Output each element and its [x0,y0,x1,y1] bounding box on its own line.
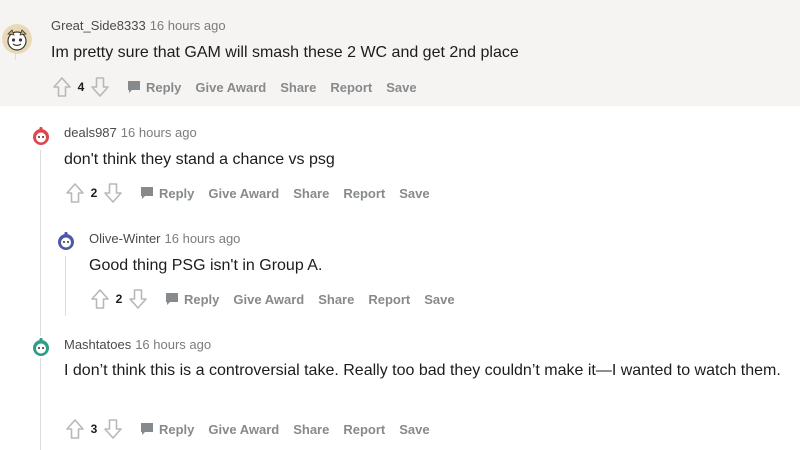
comment-actions: 2 Reply Give Award Share Report Save [89,287,455,311]
give-award-button[interactable]: Give Award [233,292,304,307]
report-button[interactable]: Report [368,292,410,307]
timestamp[interactable]: 16 hours ago [121,125,197,140]
comment-meta: Olive-Winter 16 hours ago [89,231,240,246]
share-button[interactable]: Share [280,80,316,95]
save-button[interactable]: Save [399,422,429,437]
downvote-button[interactable] [127,287,149,311]
username[interactable]: Mashtatoes [64,337,131,352]
chat-bubble-icon [166,293,178,305]
comment-meta: Mashtatoes 16 hours ago [64,337,211,352]
timestamp[interactable]: 16 hours ago [150,18,226,33]
comment-meta: Great_Side8333 16 hours ago [51,18,226,33]
give-award-button[interactable]: Give Award [208,186,279,201]
save-button[interactable]: Save [399,186,429,201]
reply-button[interactable]: Reply [140,186,194,201]
chat-bubble-icon [141,423,153,435]
reply-label: Reply [159,185,195,201]
reply-button[interactable]: Reply [140,422,194,437]
comment-actions: 3 Reply Give Award Share Report Save [64,417,430,441]
reply-button[interactable]: Reply [165,292,219,307]
share-button[interactable]: Share [318,292,354,307]
comment-body: don't think they stand a chance vs psg [64,151,335,168]
vote-score: 2 [115,292,123,306]
snoo-avatar-icon[interactable] [30,125,52,147]
snoo-avatar-icon[interactable] [2,24,32,54]
downvote-button[interactable] [102,181,124,205]
reply-label: Reply [184,291,220,307]
chat-bubble-icon [128,81,140,93]
upvote-button[interactable] [51,75,73,99]
comment-meta: deals987 16 hours ago [64,125,197,140]
share-button[interactable]: Share [293,186,329,201]
give-award-button[interactable]: Give Award [208,422,279,437]
comment-actions: 4 Reply Give Award Share Report Save [51,75,417,99]
comment-body: I don’t think this is a controversial ta… [64,362,781,379]
save-button[interactable]: Save [424,292,454,307]
username[interactable]: Great_Side8333 [51,18,146,33]
comment-actions: 2 Reply Give Award Share Report Save [64,181,430,205]
vote-score: 3 [90,422,98,436]
upvote-button[interactable] [64,417,86,441]
thread-line[interactable] [65,256,66,316]
username[interactable]: deals987 [64,125,117,140]
timestamp[interactable]: 16 hours ago [135,337,211,352]
report-button[interactable]: Report [330,80,372,95]
reply-label: Reply [146,79,182,95]
username[interactable]: Olive-Winter [89,231,161,246]
reply-button[interactable]: Reply [127,80,181,95]
downvote-button[interactable] [102,417,124,441]
give-award-button[interactable]: Give Award [195,80,266,95]
comment-body: Good thing PSG isn't in Group A. [89,257,323,274]
vote-score: 2 [90,186,98,200]
upvote-button[interactable] [89,287,111,311]
save-button[interactable]: Save [386,80,416,95]
share-button[interactable]: Share [293,422,329,437]
snoo-avatar-icon[interactable] [55,230,77,252]
upvote-button[interactable] [64,181,86,205]
comment-body: Im pretty sure that GAM will smash these… [51,44,519,61]
vote-score: 4 [77,80,85,94]
reply-label: Reply [159,421,195,437]
downvote-button[interactable] [89,75,111,99]
timestamp[interactable]: 16 hours ago [165,231,241,246]
report-button[interactable]: Report [343,422,385,437]
snoo-avatar-icon[interactable] [30,336,52,358]
thread-line[interactable] [40,360,41,450]
chat-bubble-icon [141,187,153,199]
report-button[interactable]: Report [343,186,385,201]
